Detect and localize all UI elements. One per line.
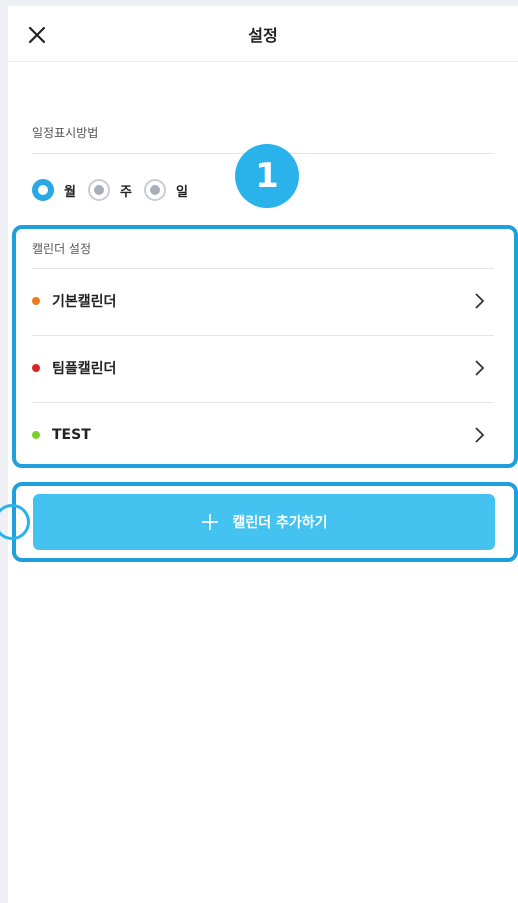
calendar-name: 팀플캘린더 — [52, 361, 117, 377]
radio-label-week: 주 — [119, 184, 132, 200]
calendar-name: TEST — [52, 427, 91, 443]
plus-icon — [202, 514, 219, 530]
display-method-radio-group: 월 주 일 — [32, 176, 200, 204]
calendar-color-dot — [32, 364, 40, 372]
page-title: 설정 — [248, 26, 278, 45]
chevron-right-icon — [475, 293, 485, 309]
header: 설정 — [8, 6, 518, 62]
step-number-badge: 1 — [235, 144, 299, 208]
radio-month[interactable]: 월 — [32, 179, 76, 201]
radio-label-day: 일 — [175, 184, 188, 200]
calendar-color-dot — [32, 297, 40, 305]
add-calendar-label: 캘린더 추가하기 — [232, 515, 328, 531]
radio-week[interactable]: 주 — [87, 179, 132, 201]
radio-selected-icon[interactable] — [32, 179, 54, 201]
calendar-color-dot — [32, 431, 40, 439]
chevron-right-icon — [475, 360, 485, 376]
calendar-item[interactable]: 팀플캘린더 — [32, 335, 494, 401]
add-calendar-button[interactable]: 캘린더 추가하기 — [33, 494, 495, 550]
radio-unselected-icon[interactable] — [143, 179, 166, 201]
radio-unselected-icon[interactable] — [87, 179, 110, 201]
calendar-name: 기본캘린더 — [52, 294, 117, 310]
display-method-label: 일정표시방법 — [32, 126, 99, 140]
chevron-right-icon — [475, 427, 485, 443]
calendar-item[interactable]: 기본캘린더 — [32, 268, 494, 334]
radio-label-month: 월 — [64, 184, 76, 200]
radio-day[interactable]: 일 — [143, 179, 188, 201]
calendar-item[interactable]: TEST — [32, 402, 494, 468]
calendar-settings-label: 캘린더 설정 — [32, 242, 92, 256]
